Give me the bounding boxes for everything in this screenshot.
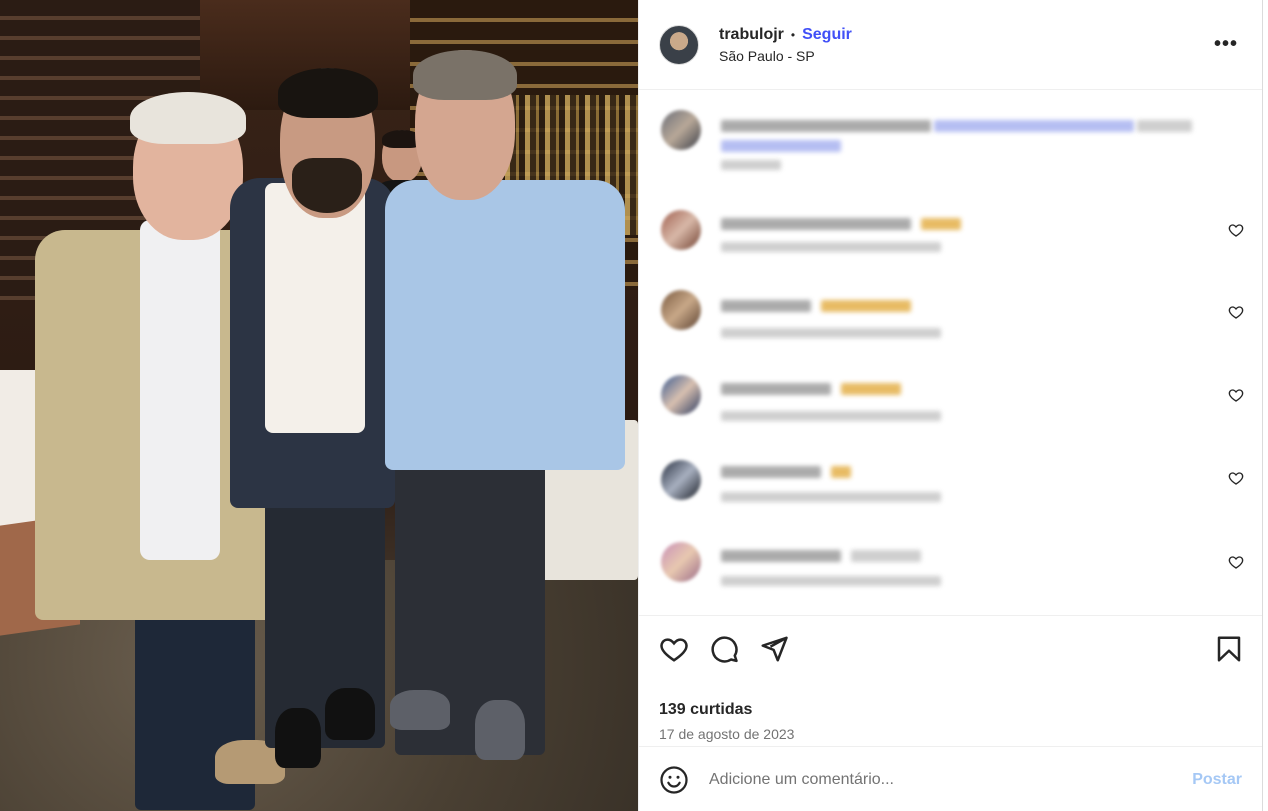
- bookmark-icon[interactable]: [1214, 634, 1244, 664]
- blurred-text: [721, 492, 941, 502]
- likes-count[interactable]: 139 curtidas: [659, 701, 752, 719]
- blurred-text: [721, 576, 941, 586]
- blurred-text: [934, 120, 1134, 132]
- avatar: [661, 290, 701, 330]
- heart-icon[interactable]: [1228, 554, 1244, 570]
- heart-icon[interactable]: [1228, 470, 1244, 486]
- blurred-text: [721, 466, 821, 478]
- blurred-text: [721, 328, 941, 338]
- blurred-text: [721, 120, 931, 132]
- blurred-text: [721, 218, 911, 230]
- separator-dot: •: [790, 27, 796, 42]
- blurred-text: [721, 300, 811, 312]
- post-header: trabulojr • Seguir São Paulo - SP •••: [639, 0, 1262, 90]
- post-footer: 139 curtidas 17 de agosto de 2023 Postar: [639, 615, 1262, 794]
- action-bar: [639, 616, 1262, 686]
- blurred-text: [1137, 120, 1192, 132]
- avatar: [661, 110, 701, 150]
- heart-icon[interactable]: [1228, 304, 1244, 320]
- avatar[interactable]: [659, 24, 699, 65]
- blurred-text: [721, 140, 841, 152]
- follow-button[interactable]: Seguir: [802, 26, 852, 44]
- blurred-text: [721, 242, 941, 252]
- username-link[interactable]: trabulojr: [719, 26, 784, 44]
- header-text: trabulojr • Seguir São Paulo - SP: [719, 26, 852, 64]
- add-comment-bar: Postar: [639, 746, 1262, 811]
- blurred-text: [721, 160, 781, 170]
- blurred-text: [721, 411, 941, 421]
- heart-icon[interactable]: [1228, 387, 1244, 403]
- avatar: [661, 460, 701, 500]
- emoji-icon[interactable]: [659, 765, 689, 795]
- comments-list[interactable]: [639, 90, 1262, 615]
- more-options-icon[interactable]: •••: [1214, 34, 1238, 54]
- post-date[interactable]: 17 de agosto de 2023: [659, 726, 794, 742]
- blurred-text: [831, 466, 851, 478]
- blurred-text: [841, 383, 901, 395]
- blurred-text: [821, 300, 911, 312]
- avatar: [661, 375, 701, 415]
- heart-icon[interactable]: [659, 634, 689, 664]
- avatar: [661, 210, 701, 250]
- comment-icon[interactable]: [709, 634, 739, 664]
- post-sidebar: trabulojr • Seguir São Paulo - SP ••• 13…: [638, 0, 1263, 811]
- location-link[interactable]: São Paulo - SP: [719, 48, 852, 64]
- username-line: trabulojr • Seguir: [719, 26, 852, 44]
- post-photo[interactable]: [0, 0, 638, 811]
- blurred-text: [851, 550, 921, 562]
- blurred-text: [721, 383, 831, 395]
- send-icon[interactable]: [759, 634, 789, 664]
- blurred-text: [721, 550, 841, 562]
- heart-icon[interactable]: [1228, 222, 1244, 238]
- avatar: [661, 542, 701, 582]
- blurred-text: [921, 218, 961, 230]
- post-button[interactable]: Postar: [1192, 771, 1242, 789]
- comment-input[interactable]: [709, 770, 1193, 789]
